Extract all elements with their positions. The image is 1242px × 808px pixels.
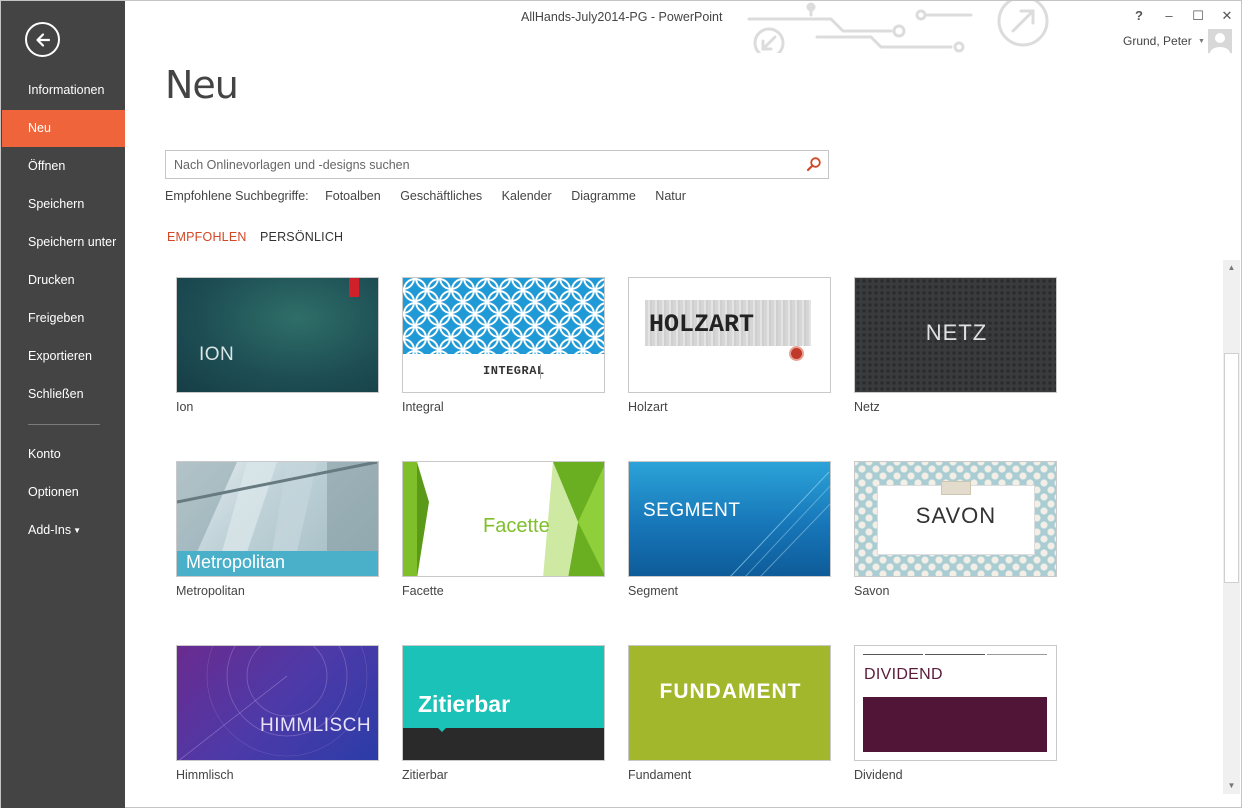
template-thumb-text: INTEGRAL xyxy=(483,364,545,378)
nav-speichern[interactable]: Speichern xyxy=(1,186,125,223)
nav-speichern-unter[interactable]: Speichern unter xyxy=(1,224,125,261)
user-silhouette-icon xyxy=(1210,33,1230,53)
caret-down-icon: ▼ xyxy=(73,526,82,535)
template-name-ion: Ion xyxy=(176,400,194,414)
page-title: Neu xyxy=(165,63,239,107)
powerpoint-backstage: Informationen Neu Öffnen Speichern Speic… xyxy=(0,0,1242,808)
template-name-fundament: Fundament xyxy=(628,768,692,782)
template-savon[interactable]: SAVON xyxy=(854,461,1057,577)
window-controls: ? – ☐ ✕ xyxy=(1125,5,1242,27)
template-holzart[interactable]: HOLZART xyxy=(628,277,831,393)
vertical-scrollbar[interactable]: ▲ ▼ xyxy=(1223,260,1240,794)
nav-informationen[interactable]: Informationen xyxy=(1,72,125,109)
template-netz[interactable]: NETZ xyxy=(854,277,1057,393)
nav-neu[interactable]: Neu xyxy=(2,110,125,147)
dividend-rule xyxy=(925,654,985,655)
template-name-savon: Savon xyxy=(854,584,890,598)
template-thumb-text: DIVIDEND xyxy=(864,666,943,683)
nav-optionen[interactable]: Optionen xyxy=(1,474,125,511)
template-thumb-text: HIMMLISCH xyxy=(260,715,372,736)
template-name-netz: Netz xyxy=(854,400,880,414)
holzart-seal-icon xyxy=(789,346,804,361)
template-thumb-text: SAVON xyxy=(915,503,997,528)
back-button[interactable] xyxy=(25,22,60,57)
nav-divider xyxy=(28,424,100,425)
scroll-down-arrow-icon[interactable]: ▼ xyxy=(1223,778,1240,794)
template-metropolitan[interactable]: Metropolitan xyxy=(176,461,379,577)
chevron-down-icon: ▼ xyxy=(1198,38,1205,45)
maximize-button[interactable]: ☐ xyxy=(1184,5,1212,27)
search-icon[interactable] xyxy=(806,156,822,172)
savon-tape xyxy=(941,481,971,495)
nav-schliessen[interactable]: Schließen xyxy=(1,376,125,413)
nav-exportieren[interactable]: Exportieren xyxy=(1,338,125,375)
user-account-menu[interactable]: Grund, Peter ▼ xyxy=(1123,34,1205,48)
user-name: Grund, Peter xyxy=(1123,34,1192,48)
template-name-integral: Integral xyxy=(402,400,444,414)
template-facette[interactable]: Facette xyxy=(402,461,605,577)
avatar[interactable] xyxy=(1208,29,1232,53)
template-thumb-text: HOLZART xyxy=(649,310,755,339)
metropolitan-architecture-icon xyxy=(177,462,378,552)
suggestion-link[interactable]: Fotoalben xyxy=(325,189,381,203)
template-name-metropolitan: Metropolitan xyxy=(176,584,245,598)
nav-add-ins-label: Add-Ins xyxy=(28,523,72,537)
minimize-button[interactable]: – xyxy=(1155,5,1183,27)
zitierbar-pointer xyxy=(436,726,448,732)
suggestion-link[interactable]: Geschäftliches xyxy=(400,189,482,203)
template-search-box xyxy=(165,150,829,179)
template-integral[interactable]: INTEGRAL xyxy=(402,277,605,393)
template-name-holzart: Holzart xyxy=(628,400,668,414)
scroll-up-arrow-icon[interactable]: ▲ xyxy=(1223,260,1240,276)
template-search-input[interactable] xyxy=(166,151,796,178)
template-dividend[interactable]: DIVIDEND xyxy=(854,645,1057,761)
dividend-rule xyxy=(987,654,1047,655)
template-ion[interactable]: ION xyxy=(176,277,379,393)
template-name-zitierbar: Zitierbar xyxy=(402,768,448,782)
template-thumb-text: Zitierbar xyxy=(418,691,511,717)
template-thumb-text: FUNDAMENT xyxy=(659,680,802,703)
arrow-left-icon xyxy=(36,33,51,47)
template-name-segment: Segment xyxy=(628,584,679,598)
integral-divider xyxy=(540,364,541,379)
tab-empfohlen[interactable]: EMPFOHLEN xyxy=(167,230,247,244)
nav-drucken[interactable]: Drucken xyxy=(1,262,125,299)
dividend-rule xyxy=(863,654,923,655)
template-himmlisch[interactable]: HIMMLISCH xyxy=(176,645,379,761)
close-button[interactable]: ✕ xyxy=(1213,5,1241,27)
nav-oeffnen[interactable]: Öffnen xyxy=(1,148,125,185)
scroll-thumb[interactable] xyxy=(1224,353,1239,583)
template-name-facette: Facette xyxy=(402,584,444,598)
window-title: AllHands-July2014-PG - PowerPoint xyxy=(521,10,723,24)
backstage-sidebar: Informationen Neu Öffnen Speichern Speic… xyxy=(1,1,125,808)
suggestion-link[interactable]: Kalender xyxy=(502,189,552,203)
circuit-decoration-icon xyxy=(747,1,1049,53)
template-zitierbar[interactable]: Zitierbar xyxy=(402,645,605,761)
help-button[interactable]: ? xyxy=(1125,5,1153,27)
nav-freigeben[interactable]: Freigeben xyxy=(1,300,125,337)
dividend-block xyxy=(863,697,1047,752)
suggested-searches-label: Empfohlene Suchbegriffe: xyxy=(165,189,309,203)
template-thumb-text: SEGMENT xyxy=(643,500,741,521)
suggestion-link[interactable]: Natur xyxy=(655,189,686,203)
himmlisch-orbits-icon xyxy=(179,646,368,760)
suggestion-link[interactable]: Diagramme xyxy=(571,189,636,203)
ion-accent-bar xyxy=(349,278,359,297)
template-thumb-text: ION xyxy=(199,344,235,365)
template-thumb-text: Facette xyxy=(483,515,550,537)
template-name-himmlisch: Himmlisch xyxy=(176,768,234,782)
zitierbar-band xyxy=(403,728,604,760)
template-segment[interactable]: SEGMENT xyxy=(628,461,831,577)
template-thumb-text: Metropolitan xyxy=(186,552,286,572)
tab-persoenlich[interactable]: PERSÖNLICH xyxy=(260,230,343,244)
integral-pattern-icon xyxy=(403,278,604,354)
template-name-dividend: Dividend xyxy=(854,768,903,782)
nav-add-ins[interactable]: Add-Ins ▼ xyxy=(1,512,125,549)
template-thumb-text: NETZ xyxy=(925,320,988,345)
nav-konto[interactable]: Konto xyxy=(1,436,125,473)
template-fundament[interactable]: FUNDAMENT xyxy=(628,645,831,761)
suggested-searches: Empfohlene Suchbegriffe: Fotoalben Gesch… xyxy=(165,189,702,203)
